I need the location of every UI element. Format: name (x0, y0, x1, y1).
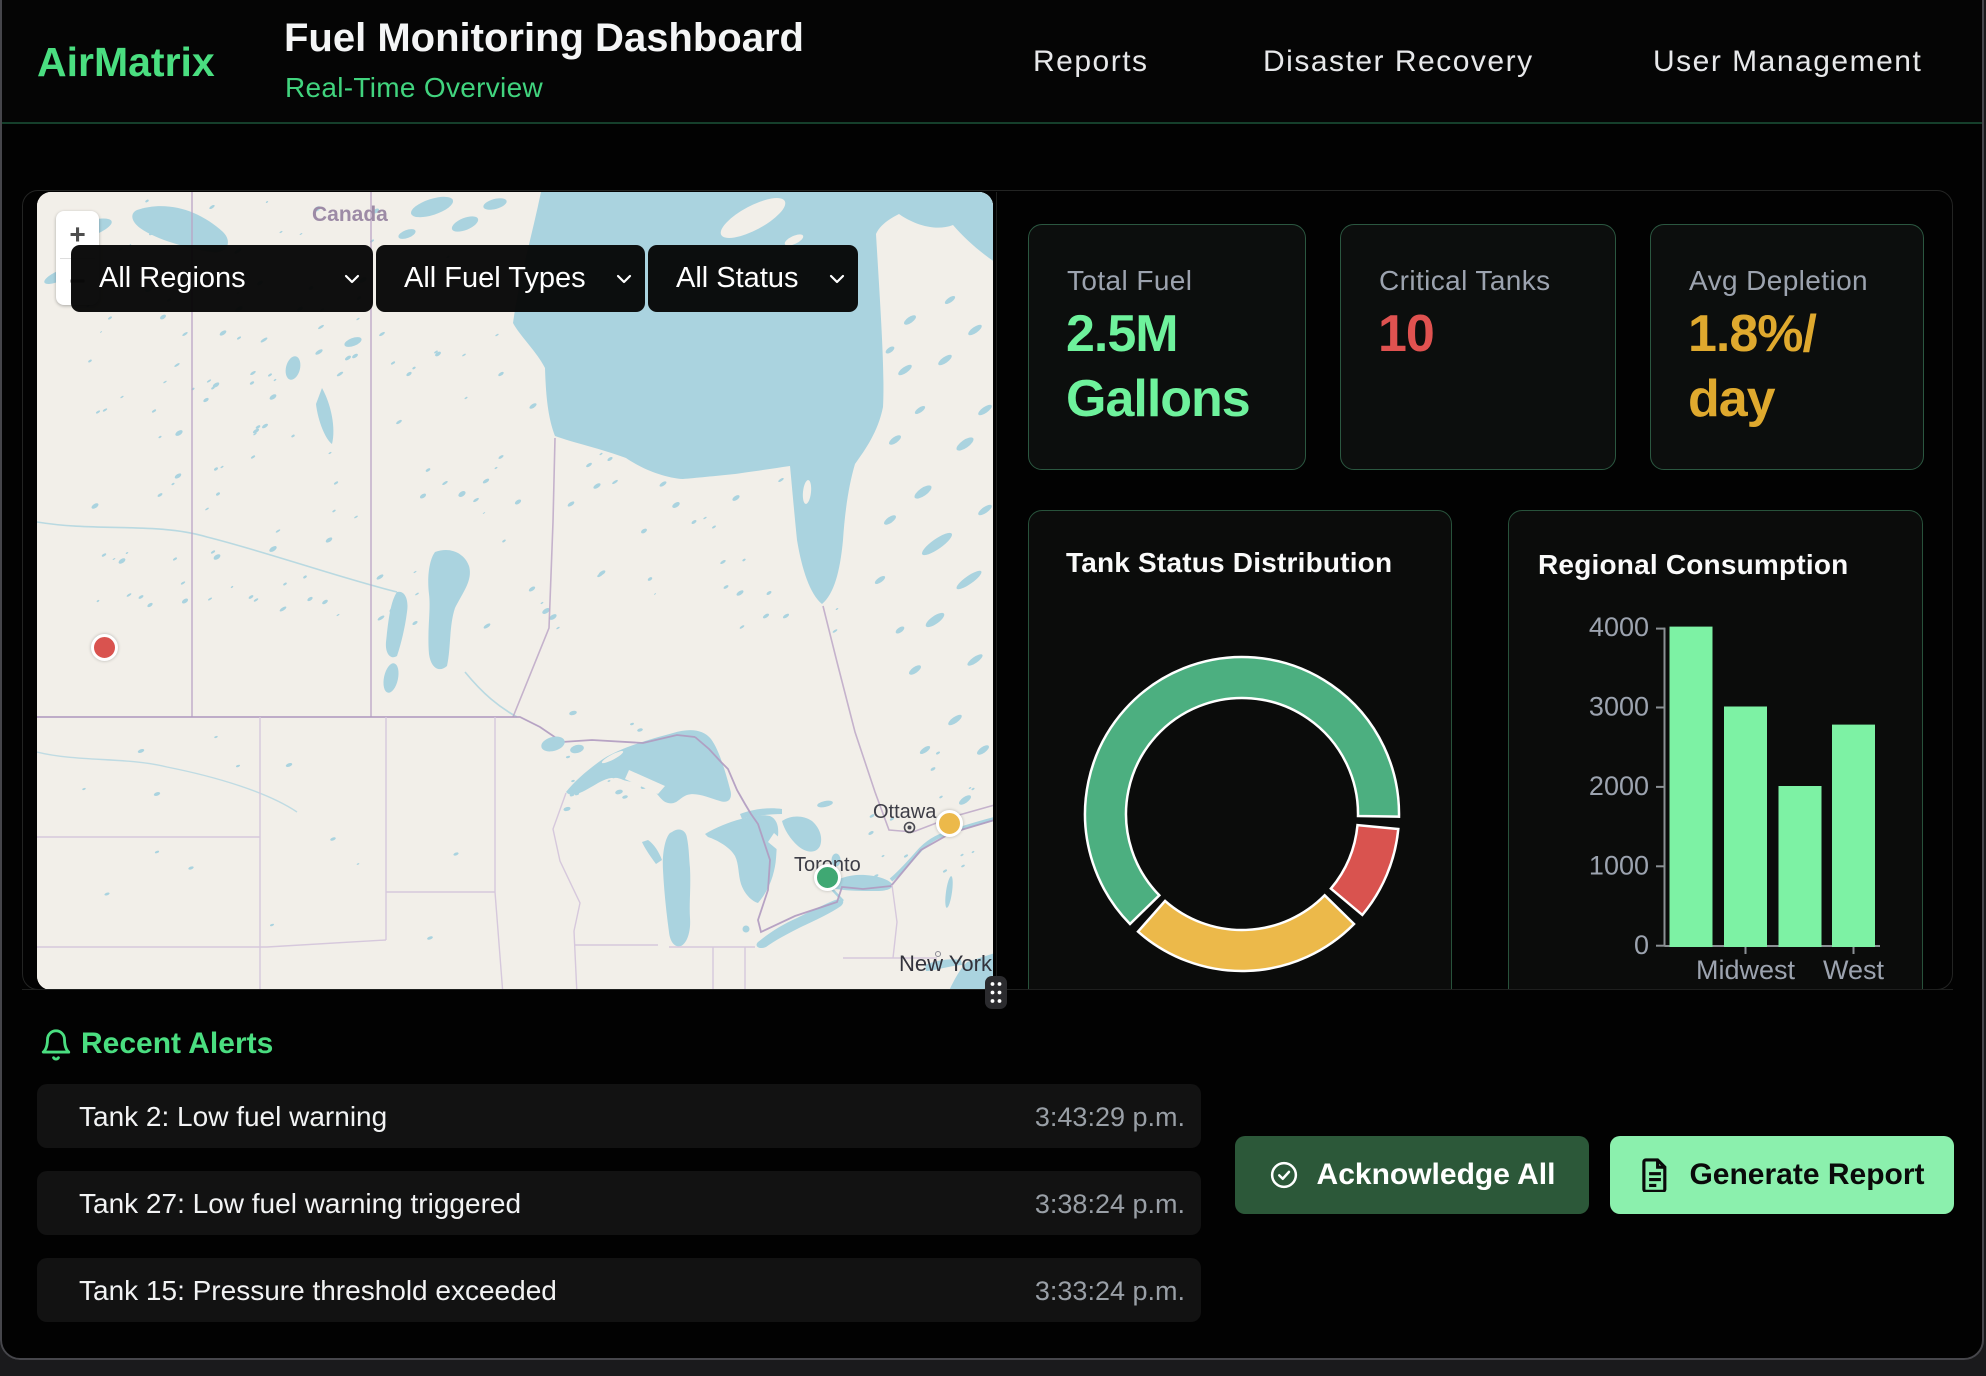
svg-text:0: 0 (1634, 930, 1649, 960)
svg-text:4000: 4000 (1589, 612, 1649, 642)
svg-text:1000: 1000 (1589, 851, 1649, 881)
svg-text:3000: 3000 (1589, 692, 1649, 722)
svg-text:2000: 2000 (1589, 771, 1649, 801)
svg-text:Midwest: Midwest (1696, 955, 1796, 985)
svg-text:West: West (1823, 955, 1885, 985)
